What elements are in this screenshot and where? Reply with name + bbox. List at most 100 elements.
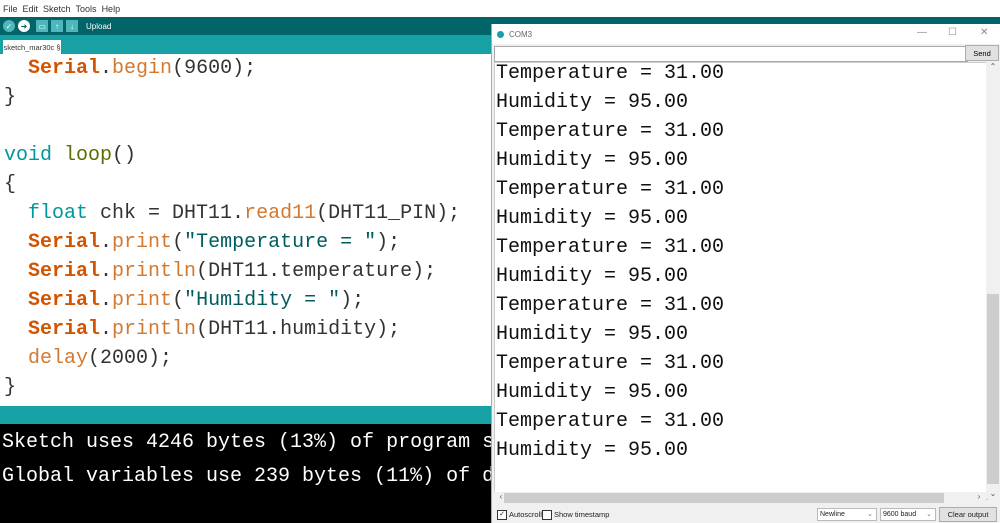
code-token: begin — [112, 57, 173, 80]
serial-output-line: Humidity = 95.00 — [496, 323, 689, 346]
autoscroll-label: Autoscroll — [509, 510, 542, 519]
serial-output-line: Temperature = 31.00 — [496, 236, 725, 259]
menu-bar: File Edit Sketch Tools Help — [0, 0, 1000, 17]
code-token: } — [4, 376, 17, 399]
scroll-right-icon[interactable]: › — [972, 492, 986, 501]
serial-output-line: Temperature = 31.00 — [496, 410, 725, 433]
code-token: () — [112, 144, 137, 167]
code-token: read11 — [244, 202, 317, 225]
arrow-up-icon: ↑ — [55, 21, 59, 31]
tab-sketch[interactable]: sketch_mar30c § — [3, 40, 61, 54]
scroll-up-icon[interactable]: ⌃ — [986, 62, 1000, 71]
serial-output-line: Temperature = 31.00 — [496, 62, 725, 85]
maximize-icon[interactable]: ☐ — [948, 27, 957, 38]
code-token: ); — [376, 231, 401, 254]
toolbar-hover-label: Upload — [86, 21, 112, 31]
output-console: Sketch uses 4246 bytes (13%) of program … — [0, 424, 662, 523]
window-title: COM3 — [509, 29, 533, 39]
menu-item-help[interactable]: Help — [102, 4, 121, 14]
new-button[interactable]: ▭ — [36, 20, 48, 32]
hscroll-thumb[interactable] — [504, 493, 944, 503]
code-token: Serial — [28, 289, 101, 312]
code-line: Serial.println(DHT11.humidity); — [4, 318, 400, 341]
code-line: void loop() — [4, 144, 136, 167]
chevron-down-icon: ⌄ — [867, 511, 873, 518]
file-icon: ▭ — [38, 21, 46, 31]
serial-output-line: Temperature = 31.00 — [496, 352, 725, 375]
code-token: . — [100, 231, 113, 254]
serial-output: Temperature = 31.00 Humidity = 95.00 Tempe… — [494, 62, 988, 500]
open-button[interactable]: ↑ — [51, 20, 63, 32]
serial-output-line: Humidity = 95.00 — [496, 149, 689, 172]
code-line: float chk = DHT11.read11(DHT11_PIN); — [4, 202, 460, 225]
serial-output-line: Humidity = 95.00 — [496, 381, 689, 404]
code-token: loop — [64, 144, 113, 167]
code-token: "Temperature = " — [184, 231, 377, 254]
code-token: Serial — [28, 318, 101, 341]
arduino-app-icon — [497, 30, 504, 38]
code-token: { — [4, 173, 17, 196]
menu-item-tools[interactable]: Tools — [76, 4, 97, 14]
minimize-icon[interactable]: — — [917, 27, 927, 38]
timestamp-checkbox[interactable] — [542, 510, 552, 520]
code-token: Serial — [28, 57, 101, 80]
line-ending-value: Newline — [820, 511, 845, 518]
serial-output-line: Humidity = 95.00 — [496, 439, 689, 462]
code-token: (9600); — [172, 57, 257, 80]
code-token: ( — [172, 289, 185, 312]
code-line: delay(2000); — [4, 347, 172, 370]
scroll-thumb[interactable] — [987, 294, 999, 484]
code-token: Serial — [28, 260, 101, 283]
autoscroll-checkbox[interactable]: ✓ — [497, 510, 507, 520]
chevron-down-icon: ⌄ — [926, 511, 932, 518]
code-token: float — [28, 202, 89, 225]
close-icon[interactable]: ✕ — [980, 27, 988, 38]
code-token: println — [112, 260, 197, 283]
serial-options-row: ✓ Autoscroll Show timestamp Newline ⌄ 96… — [492, 506, 1000, 523]
baud-rate-value: 9600 baud — [883, 511, 917, 518]
code-token: ); — [340, 289, 365, 312]
serial-output-line: Temperature = 31.00 — [496, 294, 725, 317]
code-token: print — [112, 289, 173, 312]
send-row: Send — [492, 44, 1000, 62]
menu-item-sketch[interactable]: Sketch — [43, 4, 71, 14]
line-ending-select[interactable]: Newline ⌄ — [817, 508, 877, 521]
check-icon: ✓ — [5, 21, 13, 31]
code-editor[interactable]: Serial.begin(9600);} void loop(){ float c… — [0, 54, 492, 406]
serial-send-input[interactable] — [494, 46, 968, 62]
code-token: (DHT11_PIN); — [316, 202, 461, 225]
clear-output-button[interactable]: Clear output — [939, 507, 997, 522]
tab-label: sketch_mar30c § — [3, 42, 61, 52]
serial-output-line: Temperature = 31.00 — [496, 120, 725, 143]
code-line: } — [4, 86, 16, 109]
code-token: . — [100, 318, 113, 341]
scroll-down-icon[interactable]: ⌄ — [986, 489, 1000, 498]
vertical-scrollbar[interactable]: ⌃ ⌄ — [986, 62, 1000, 498]
code-token: void — [4, 144, 53, 167]
menu-item-edit[interactable]: Edit — [23, 4, 39, 14]
arrow-down-icon: ↓ — [70, 21, 74, 31]
upload-button[interactable]: ➜ — [18, 20, 30, 32]
code-line: Serial.begin(9600); — [4, 57, 256, 80]
arrow-right-icon: ➜ — [20, 21, 28, 31]
serial-output-line: Humidity = 95.00 — [496, 91, 689, 114]
serial-output-line: Humidity = 95.00 — [496, 207, 689, 230]
serial-output-line: Humidity = 95.00 — [496, 265, 689, 288]
code-token: } — [4, 86, 17, 109]
send-button[interactable]: Send — [965, 45, 999, 61]
save-button[interactable]: ↓ — [66, 20, 78, 32]
code-token: println — [112, 318, 197, 341]
editor-console-divider[interactable] — [0, 406, 492, 424]
code-token: (2000); — [88, 347, 173, 370]
horizontal-scrollbar[interactable]: ‹ › — [494, 492, 986, 504]
code-line: { — [4, 173, 16, 196]
serial-titlebar: COM3 — ☐ ✕ — [492, 24, 1000, 44]
menu-item-file[interactable]: File — [3, 4, 18, 14]
verify-button[interactable]: ✓ — [3, 20, 15, 32]
code-token: Serial — [28, 231, 101, 254]
serial-monitor-window: COM3 — ☐ ✕ Send Temperature = 31.00 Humid… — [491, 24, 1000, 523]
baud-rate-select[interactable]: 9600 baud ⌄ — [880, 508, 936, 521]
code-token: (DHT11.humidity); — [196, 318, 401, 341]
code-line: Serial.println(DHT11.temperature); — [4, 260, 436, 283]
code-token: chk = DHT11. — [88, 202, 245, 225]
